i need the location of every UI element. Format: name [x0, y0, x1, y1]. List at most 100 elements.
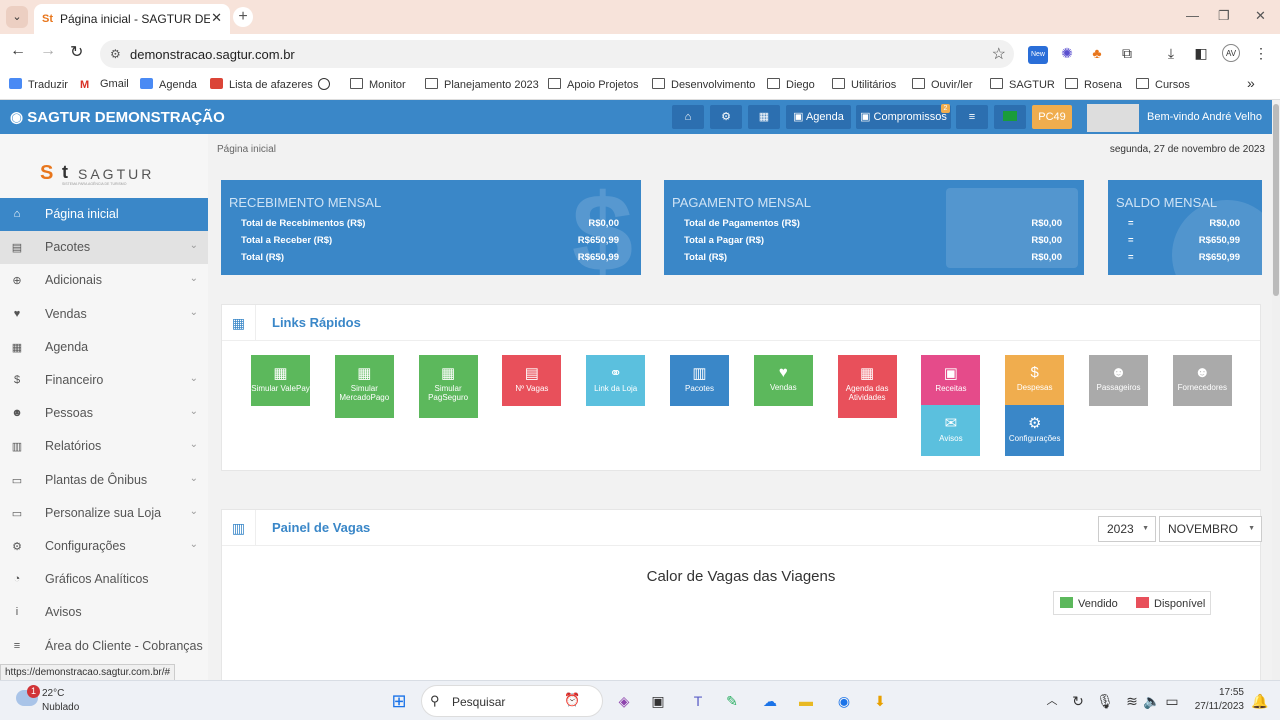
sidebar-item-personalize-sua-loja[interactable]: ▭ Personalize sua Loja ⌄: [0, 497, 208, 530]
quick-link-passageiros[interactable]: ☻ Passageiros: [1089, 355, 1148, 406]
quick-link-fornecedores[interactable]: ☻ Fornecedores: [1172, 355, 1232, 406]
profile-avatar-icon[interactable]: AV: [1222, 44, 1240, 62]
sidebar-item-relat-rios[interactable]: ▥ Relatórios ⌄: [0, 430, 208, 463]
tab-search-button[interactable]: ⌄: [6, 6, 28, 28]
new-tab-button[interactable]: +: [233, 7, 253, 27]
clock-date[interactable]: 27/11/2023: [1190, 701, 1244, 712]
bookmark-utilitarios[interactable]: Utilitários: [832, 78, 896, 91]
quick-link-agenda-das-atividades[interactable]: ▦ Agenda das Atividades: [837, 355, 897, 418]
bookmark-planejamento[interactable]: Planejamento 2023: [425, 78, 539, 91]
close-window-icon[interactable]: ✕: [1255, 8, 1266, 24]
new-extension-icon[interactable]: New: [1028, 46, 1048, 64]
sidebar-item-financeiro[interactable]: $ Financeiro ⌄: [0, 364, 208, 397]
compromissos-nav-button[interactable]: ▣ Compromissos: [856, 105, 951, 129]
more-bookmarks-icon[interactable]: »: [1247, 75, 1255, 91]
quick-link-receitas[interactable]: ▣ Receitas: [921, 355, 981, 406]
file-explorer-icon[interactable]: ▬: [796, 691, 816, 711]
tray-chevron-icon[interactable]: ︿: [1042, 691, 1062, 711]
windows-start-icon[interactable]: ⊞: [389, 691, 409, 711]
bookmark-gmail[interactable]: M Gmail: [80, 78, 129, 91]
quick-link-simular-pagseguro[interactable]: ▦ Simular PagSeguro: [418, 355, 478, 418]
quick-link-pacotes[interactable]: ▥ Pacotes: [670, 355, 729, 406]
settings-nav-button[interactable]: ⚙: [710, 105, 742, 129]
month-select[interactable]: NOVEMBRO ▼: [1159, 516, 1262, 542]
quick-link-despesas[interactable]: $ Despesas: [1005, 355, 1065, 406]
close-tab-icon[interactable]: ✕: [211, 10, 222, 26]
menu-kebab-icon[interactable]: ⋮: [1252, 44, 1270, 62]
quick-link-simular-mercadopago[interactable]: ▦ Simular MercadoPago: [334, 355, 394, 418]
reload-icon[interactable]: ↻: [70, 42, 83, 62]
bookmark-ouvir[interactable]: Ouvir/ler: [912, 78, 973, 91]
sagtur-logo[interactable]: S t SAGTUR SISTEMA PARA AGÊNCIA DE TURIS…: [40, 162, 170, 190]
quick-link-configura-es[interactable]: ⚙ Configurações: [1005, 405, 1065, 456]
address-bar[interactable]: ⚙ demonstracao.sagtur.com.br ☆: [100, 40, 1014, 68]
bookmark-monitor[interactable]: Monitor: [350, 78, 406, 91]
bookmark-diego[interactable]: Diego: [767, 78, 815, 91]
weather-desc[interactable]: Nublado: [42, 702, 79, 713]
bookmark-agenda[interactable]: Agenda: [140, 78, 197, 91]
wifi-icon[interactable]: ≋: [1122, 691, 1142, 711]
bookmark-traduzir[interactable]: Traduzir: [9, 78, 68, 91]
browser-tab[interactable]: St Página inicial - SAGTUR DEMONSTRAÇÃO …: [34, 4, 230, 34]
language-nav-button[interactable]: [994, 105, 1026, 129]
sidebar-item-agenda[interactable]: ▦ Agenda: [0, 331, 208, 364]
bookmark-star-icon[interactable]: ☆: [992, 44, 1006, 64]
quick-link-simular-valepay[interactable]: ▦ Simular ValePay: [251, 355, 310, 406]
copilot-icon[interactable]: ◈: [614, 691, 634, 711]
agenda-nav-button[interactable]: ▣ Agenda: [786, 105, 851, 129]
sidebar-item-adicionais[interactable]: ⊕ Adicionais ⌄: [0, 264, 208, 297]
download-app-icon[interactable]: ⬇: [870, 691, 890, 711]
sidebar-item-avisos[interactable]: i Avisos: [0, 596, 208, 629]
app-icon[interactable]: ✎: [722, 691, 742, 711]
globe-bookmark[interactable]: [318, 78, 336, 92]
clock-time[interactable]: 17:55: [1206, 687, 1244, 698]
teams-icon[interactable]: T: [688, 691, 708, 711]
legend-vendido[interactable]: Vendido: [1060, 597, 1118, 610]
extensions-puzzle-icon[interactable]: ⧉: [1118, 44, 1136, 62]
taskbar-search[interactable]: ⚲ Pesquisar ⏰: [421, 685, 603, 717]
task-view-icon[interactable]: ▣: [648, 691, 668, 711]
user-avatar[interactable]: [1087, 104, 1139, 132]
sidebar-item-p-gina-inicial[interactable]: ⌂ Página inicial: [0, 198, 208, 231]
side-panel-icon[interactable]: ◧: [1192, 44, 1210, 62]
home-nav-button[interactable]: ⌂: [672, 105, 704, 129]
back-icon[interactable]: ←: [10, 42, 26, 60]
scrollbar-thumb[interactable]: [1273, 104, 1279, 296]
extension-flower-icon[interactable]: ✺: [1058, 44, 1076, 62]
legend-disponivel[interactable]: Disponível: [1136, 597, 1205, 610]
store-nav-button[interactable]: ≡: [956, 105, 988, 129]
pc-badge[interactable]: PC49: [1032, 105, 1072, 129]
quick-link-n-vagas[interactable]: ▤ Nº Vagas: [502, 355, 562, 406]
sync-icon[interactable]: ↻: [1068, 691, 1088, 711]
notifications-icon[interactable]: 🔔: [1250, 691, 1270, 711]
forward-icon[interactable]: →: [40, 42, 56, 60]
calculator-nav-button[interactable]: ▦: [748, 105, 780, 129]
download-icon[interactable]: ⤓: [1162, 44, 1180, 62]
bookmark-apoio[interactable]: Apoio Projetos: [548, 78, 639, 91]
sidebar-item-plantas-de-nibus[interactable]: ▭ Plantas de Ônibus ⌄: [0, 464, 208, 497]
minimize-icon[interactable]: —: [1186, 8, 1199, 23]
sidebar-item-pessoas[interactable]: ☻ Pessoas ⌄: [0, 397, 208, 430]
sidebar-item-configura-es[interactable]: ⚙ Configurações ⌄: [0, 530, 208, 563]
volume-icon[interactable]: 🔈: [1142, 691, 1162, 711]
weather-temp[interactable]: 22°C: [42, 688, 64, 699]
quick-link-link-da-loja[interactable]: ⚭ Link da Loja: [586, 355, 646, 406]
extension-orange-icon[interactable]: ♣: [1088, 44, 1106, 62]
welcome-text[interactable]: Bem-vindo André Velho: [1147, 111, 1262, 123]
maximize-icon[interactable]: ❐: [1218, 8, 1230, 24]
bookmark-sagtur[interactable]: SAGTUR: [990, 78, 1055, 91]
battery-icon[interactable]: ▭: [1162, 691, 1182, 711]
sidebar-item-pacotes[interactable]: ▤ Pacotes ⌄: [0, 231, 208, 265]
onedrive-icon[interactable]: ☁: [760, 691, 780, 711]
sidebar-item--rea-do-cliente-cobran-as[interactable]: ≡ Área do Cliente - Cobranças: [0, 630, 208, 663]
bookmark-cursos[interactable]: Cursos: [1136, 78, 1190, 91]
year-select[interactable]: 2023 ▼: [1098, 516, 1156, 542]
microphone-icon[interactable]: 🎙: [1095, 691, 1115, 711]
site-info-icon[interactable]: ⚙: [110, 47, 121, 61]
app-brand[interactable]: ◉ SAGTUR DEMONSTRAÇÃO: [10, 108, 225, 126]
sidebar-item-vendas[interactable]: ♥ Vendas ⌄: [0, 298, 208, 331]
bookmark-lista[interactable]: Lista de afazeres: [210, 78, 313, 91]
quick-link-vendas[interactable]: ♥ Vendas: [753, 355, 813, 406]
chrome-icon[interactable]: ◉: [834, 691, 854, 711]
bookmark-desenvolvimento[interactable]: Desenvolvimento: [652, 78, 755, 91]
